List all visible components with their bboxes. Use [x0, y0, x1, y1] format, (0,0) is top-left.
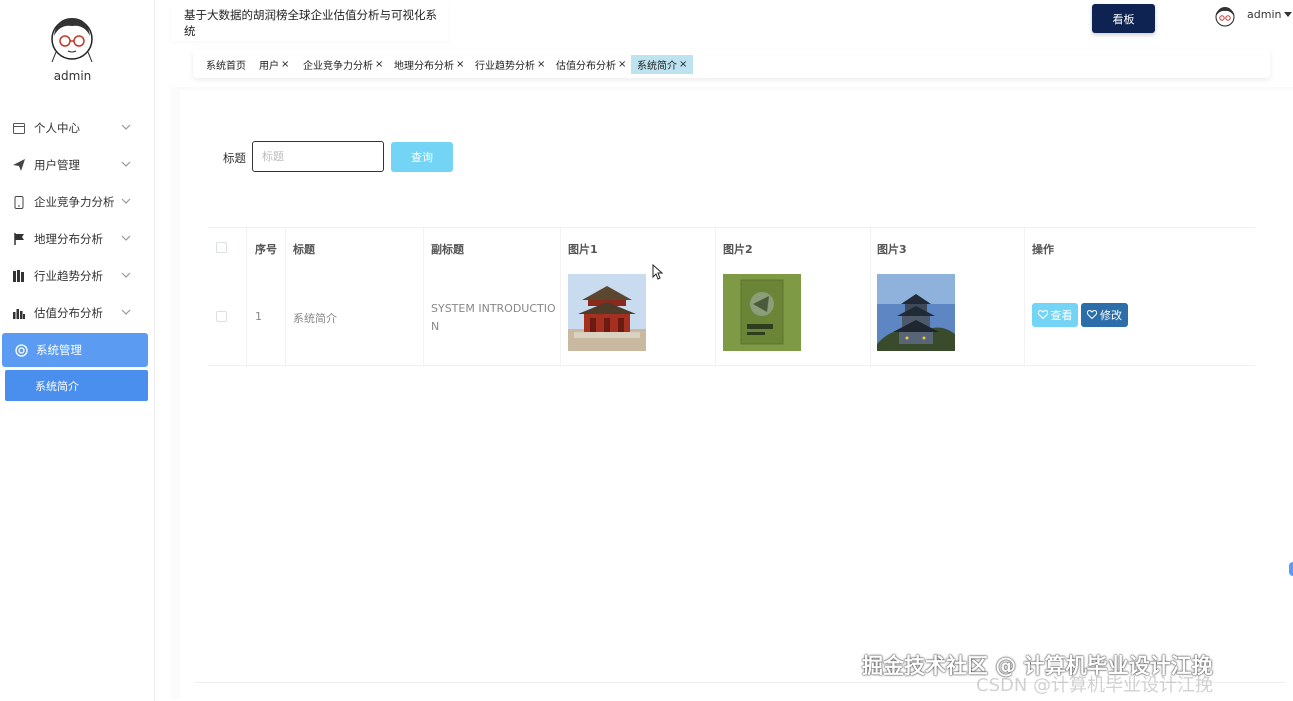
cell-index: 1: [255, 310, 262, 323]
header-actions: 操作: [1032, 243, 1054, 256]
close-icon[interactable]: ×: [375, 59, 383, 70]
edit-button[interactable]: 修改: [1081, 303, 1128, 327]
tab-geo-distribution[interactable]: 地理分布分析 ×: [388, 55, 470, 74]
sidebar-item-personal-center[interactable]: 个人中心: [0, 111, 148, 145]
search-label: 标题: [223, 151, 246, 165]
tab-label: 企业竞争力分析: [303, 61, 373, 72]
image1-thumbnail[interactable]: [568, 274, 646, 351]
cell-subtitle: SYSTEM INTRODUCTIO N: [431, 300, 556, 336]
sidebar-item-label: 系统管理: [36, 343, 82, 357]
card-icon: [12, 121, 26, 135]
sidebar-item-industry-trend[interactable]: 行业趋势分析: [0, 259, 148, 293]
column-divider: [1024, 228, 1025, 367]
column-divider: [560, 228, 561, 367]
tab-label: 系统首页: [206, 61, 246, 72]
image3-thumbnail[interactable]: [877, 274, 955, 351]
tab-label: 用户: [259, 61, 279, 72]
close-icon[interactable]: ×: [679, 59, 687, 70]
board-button[interactable]: 看板: [1092, 4, 1155, 33]
sidebar-item-valuation-distribution[interactable]: 估值分布分析: [0, 296, 148, 330]
header-image2: 图片2: [723, 243, 753, 256]
view-button[interactable]: 查看: [1032, 303, 1078, 327]
row-checkbox[interactable]: [216, 311, 227, 322]
tab-system-intro[interactable]: 系统简介 ×: [631, 55, 694, 74]
avatar: [46, 12, 98, 64]
chevron-down-icon: [120, 306, 132, 318]
tab-label: 地理分布分析: [394, 61, 454, 72]
view-button-label: 查看: [1050, 309, 1073, 322]
column-divider: [246, 228, 247, 367]
close-icon[interactable]: ×: [618, 59, 626, 70]
sidebar-item-competitiveness[interactable]: 企业竞争力分析: [0, 185, 148, 219]
chevron-down-icon: [120, 269, 132, 281]
sidebar-subitem-label: 系统简介: [35, 379, 79, 393]
title-search-input[interactable]: [252, 141, 384, 172]
flag-icon: [12, 232, 26, 246]
data-table: 序号 标题 副标题 图片1 图片2 图片3 操作 1 系统简介 SYSTEM I…: [208, 227, 1255, 367]
close-icon[interactable]: ×: [537, 59, 545, 70]
select-all-checkbox[interactable]: [216, 242, 227, 253]
cell-subtitle-line: N: [431, 320, 440, 333]
sidebar-item-label: 用户管理: [34, 158, 80, 172]
circle-icon: [14, 343, 28, 357]
tab-user[interactable]: 用户 ×: [253, 55, 295, 74]
search-button[interactable]: 查询: [391, 142, 453, 172]
app-title: 基于大数据的胡润榜全球企业估值分析与可视化系统: [171, 5, 448, 41]
tab-home[interactable]: 系统首页: [200, 55, 252, 74]
tab-label: 系统简介: [637, 61, 677, 72]
cell-title: 系统简介: [293, 312, 337, 325]
mouse-cursor-icon: [652, 263, 664, 280]
sidebar-item-label: 个人中心: [34, 121, 80, 135]
cell-subtitle-line: SYSTEM INTRODUCTIO: [431, 302, 556, 315]
chevron-down-icon: [120, 121, 132, 133]
close-icon[interactable]: ×: [456, 59, 464, 70]
header-title: 标题: [293, 243, 315, 256]
column-divider: [285, 228, 286, 367]
scroll-indicator[interactable]: [1289, 562, 1293, 576]
tab-valuation-distribution[interactable]: 估值分布分析 ×: [550, 55, 632, 74]
close-icon[interactable]: ×: [281, 59, 289, 70]
sidebar-item-user-management[interactable]: 用户管理: [0, 148, 148, 182]
tabs-bar: 系统首页 用户 × 企业竞争力分析 × 地理分布分析 × 行业趋势分析 × 估值分布分析…: [193, 49, 1270, 78]
main-content: [180, 90, 1293, 700]
tab-competitiveness[interactable]: 企业竞争力分析 ×: [297, 55, 389, 74]
header-image1: 图片1: [568, 243, 598, 256]
heart-icon: [1037, 309, 1048, 322]
header-index: 序号: [255, 243, 277, 256]
heart-icon: [1086, 309, 1098, 322]
edit-button-label: 修改: [1100, 309, 1122, 322]
sidebar-item-system-management[interactable]: 系统管理: [2, 333, 148, 367]
sidebar-subitem-system-intro[interactable]: 系统简介: [5, 370, 148, 401]
column-divider: [423, 228, 424, 367]
chevron-down-icon: [120, 232, 132, 244]
sidebar: admin 个人中心 用户管理 企业竞争力分析 地理分布分析 行业趋势分析 估值…: [0, 0, 155, 701]
bar-chart-icon: [12, 306, 26, 320]
sidebar-item-label: 行业趋势分析: [34, 269, 103, 283]
send-icon: [12, 158, 26, 172]
header-username[interactable]: admin: [1247, 8, 1281, 21]
sidebar-item-label: 地理分布分析: [34, 232, 103, 246]
header-image3: 图片3: [877, 243, 907, 256]
watermark-juejin: 掘金技术社区 @ 计算机毕业设计江挽: [862, 654, 1213, 678]
image2-thumbnail[interactable]: [723, 274, 801, 351]
chevron-down-icon: [120, 195, 132, 207]
header-subtitle: 副标题: [431, 243, 464, 256]
tab-label: 行业趋势分析: [475, 61, 535, 72]
sidebar-item-geo-distribution[interactable]: 地理分布分析: [0, 222, 148, 256]
sidebar-item-label: 估值分布分析: [34, 306, 103, 320]
sidebar-item-label: 企业竞争力分析: [34, 195, 115, 209]
tab-industry-trend[interactable]: 行业趋势分析 ×: [469, 55, 551, 74]
column-divider: [870, 228, 871, 367]
chevron-down-icon: [120, 158, 132, 170]
sidebar-username: admin: [53, 69, 92, 83]
tab-label: 估值分布分析: [556, 61, 616, 72]
column-divider: [715, 228, 716, 367]
caret-down-icon[interactable]: [1284, 12, 1292, 17]
books-icon: [12, 269, 26, 283]
phone-icon: [12, 195, 26, 209]
avatar[interactable]: [1213, 4, 1237, 28]
